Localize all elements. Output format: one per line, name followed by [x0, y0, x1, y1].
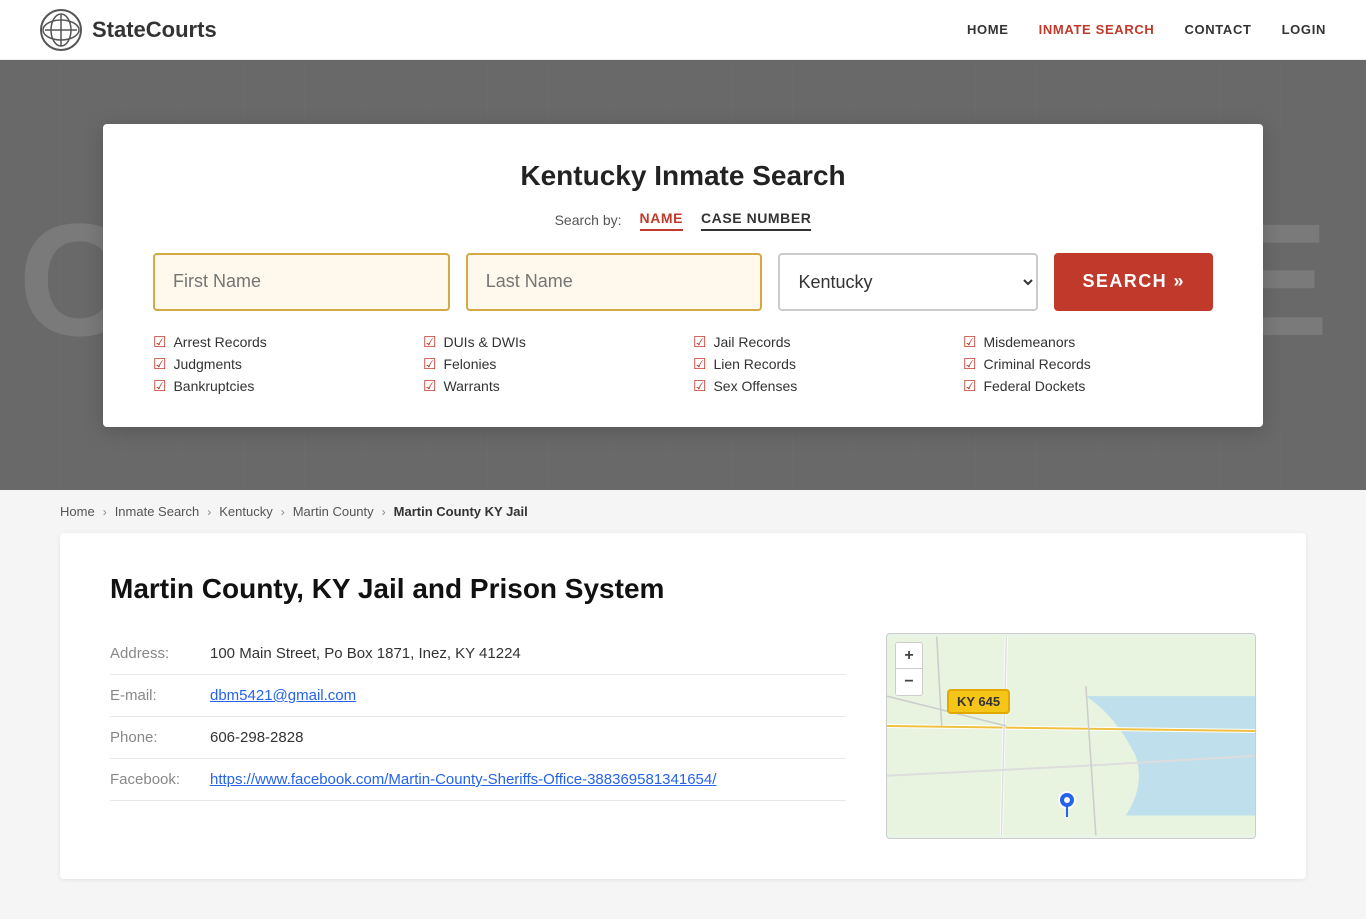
info-row-phone: Phone: 606-298-2828 [110, 717, 846, 759]
check-icon-misd: ☑ [963, 333, 976, 351]
nav-login[interactable]: LOGIN [1282, 22, 1326, 37]
check-judgments: ☑ Judgments [153, 355, 403, 373]
email-label: E-mail: [110, 687, 210, 704]
nav-inmate-search[interactable]: INMATE SEARCH [1039, 22, 1155, 37]
search-by-row: Search by: NAME CASE NUMBER [153, 210, 1213, 231]
breadcrumb-sep-1: › [103, 505, 107, 519]
main-nav: HOME INMATE SEARCH CONTACT LOGIN [967, 22, 1326, 37]
check-label-lien: Lien Records [713, 356, 796, 372]
breadcrumb-inmate-search[interactable]: Inmate Search [115, 504, 200, 519]
info-table: Address: 100 Main Street, Po Box 1871, I… [110, 633, 846, 839]
check-label-fel: Felonies [443, 356, 496, 372]
breadcrumb-sep-2: › [207, 505, 211, 519]
map-zoom-controls: + − [895, 642, 923, 696]
hero-section: COURTHOUSE Kentucky Inmate Search Search… [0, 60, 1366, 490]
check-felonies: ☑ Felonies [423, 355, 673, 373]
logo-icon [40, 9, 82, 51]
jail-title: Martin County, KY Jail and Prison System [110, 573, 1256, 605]
check-lien-records: ☑ Lien Records [693, 355, 943, 373]
check-label-duis: DUIs & DWIs [443, 334, 525, 350]
check-arrest-records: ☑ Arrest Records [153, 333, 403, 351]
check-icon-arrest: ☑ [153, 333, 166, 351]
info-row-address: Address: 100 Main Street, Po Box 1871, I… [110, 633, 846, 675]
check-sex-offenses: ☑ Sex Offenses [693, 377, 943, 395]
search-card: Kentucky Inmate Search Search by: NAME C… [103, 124, 1263, 427]
breadcrumb-current: Martin County KY Jail [394, 504, 528, 519]
breadcrumb-martin-county[interactable]: Martin County [293, 504, 374, 519]
check-icon-lien: ☑ [693, 355, 706, 373]
email-link[interactable]: dbm5421@gmail.com [210, 687, 356, 704]
check-jail-records: ☑ Jail Records [693, 333, 943, 351]
check-label-arrest: Arrest Records [173, 334, 266, 350]
check-icon-fed: ☑ [963, 377, 976, 395]
tab-name[interactable]: NAME [640, 210, 683, 231]
check-icon-warr: ☑ [423, 377, 436, 395]
info-row-facebook: Facebook: https://www.facebook.com/Marti… [110, 759, 846, 801]
check-label-crim: Criminal Records [983, 356, 1090, 372]
phone-value: 606-298-2828 [210, 729, 303, 746]
check-misdemeanors: ☑ Misdemeanors [963, 333, 1213, 351]
search-by-label: Search by: [555, 212, 622, 228]
info-layout: Address: 100 Main Street, Po Box 1871, I… [110, 633, 1256, 839]
check-label-misd: Misdemeanors [983, 334, 1075, 350]
breadcrumb: Home › Inmate Search › Kentucky › Martin… [0, 490, 1366, 533]
nav-home[interactable]: HOME [967, 22, 1009, 37]
map-container: + − KY 645 [886, 633, 1256, 839]
checkbox-grid: ☑ Arrest Records ☑ DUIs & DWIs ☑ Jail Re… [153, 333, 1213, 395]
ky-badge: KY 645 [947, 689, 1010, 714]
map-zoom-in[interactable]: + [896, 643, 922, 669]
state-select[interactable]: Kentucky [778, 253, 1038, 311]
breadcrumb-sep-4: › [382, 505, 386, 519]
logo-text: StateCourts [92, 17, 217, 43]
last-name-input[interactable] [466, 253, 763, 311]
logo-link[interactable]: StateCourts [40, 9, 217, 51]
check-label-sex: Sex Offenses [713, 378, 797, 394]
map-zoom-out[interactable]: − [896, 669, 922, 695]
search-button[interactable]: SEARCH » [1054, 253, 1213, 311]
search-inputs-row: Kentucky SEARCH » [153, 253, 1213, 311]
tab-case-number[interactable]: CASE NUMBER [701, 210, 811, 231]
address-label: Address: [110, 645, 210, 662]
check-icon-fel: ☑ [423, 355, 436, 373]
phone-label: Phone: [110, 729, 210, 746]
info-row-email: E-mail: dbm5421@gmail.com [110, 675, 846, 717]
check-label-judg: Judgments [173, 356, 241, 372]
check-criminal-records: ☑ Criminal Records [963, 355, 1213, 373]
breadcrumb-home[interactable]: Home [60, 504, 95, 519]
check-icon-bank: ☑ [153, 377, 166, 395]
search-card-title: Kentucky Inmate Search [153, 160, 1213, 192]
address-value: 100 Main Street, Po Box 1871, Inez, KY 4… [210, 645, 521, 662]
check-federal-dockets: ☑ Federal Dockets [963, 377, 1213, 395]
check-duis: ☑ DUIs & DWIs [423, 333, 673, 351]
check-label-jail: Jail Records [713, 334, 790, 350]
first-name-input[interactable] [153, 253, 450, 311]
check-label-warr: Warrants [443, 378, 499, 394]
check-bankruptcies: ☑ Bankruptcies [153, 377, 403, 395]
check-icon-jail: ☑ [693, 333, 706, 351]
map-pin [1057, 790, 1077, 818]
check-icon-judg: ☑ [153, 355, 166, 373]
breadcrumb-sep-3: › [281, 505, 285, 519]
facebook-label: Facebook: [110, 771, 210, 788]
check-icon-sex: ☑ [693, 377, 706, 395]
main-content: Martin County, KY Jail and Prison System… [60, 533, 1306, 879]
check-label-fed: Federal Dockets [983, 378, 1085, 394]
check-warrants: ☑ Warrants [423, 377, 673, 395]
check-icon-duis: ☑ [423, 333, 436, 351]
header: StateCourts HOME INMATE SEARCH CONTACT L… [0, 0, 1366, 60]
nav-contact[interactable]: CONTACT [1184, 22, 1251, 37]
check-icon-crim: ☑ [963, 355, 976, 373]
facebook-link[interactable]: https://www.facebook.com/Martin-County-S… [210, 771, 716, 788]
breadcrumb-kentucky[interactable]: Kentucky [219, 504, 272, 519]
check-label-bank: Bankruptcies [173, 378, 254, 394]
